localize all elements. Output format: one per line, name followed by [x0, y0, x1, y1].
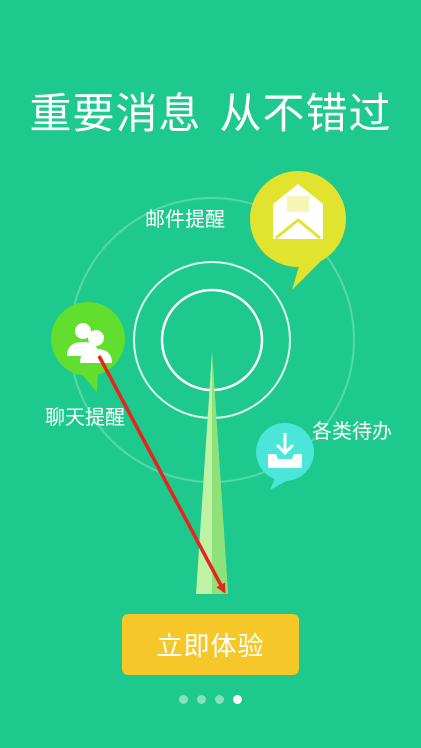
page-dot-3[interactable]	[215, 695, 224, 704]
page-dot-2[interactable]	[197, 695, 206, 704]
try-now-button[interactable]: 立即体验	[122, 614, 299, 675]
chat-reminder-label: 聊天提醒	[45, 405, 125, 429]
page-indicator	[0, 695, 421, 704]
email-reminder-label: 邮件提醒	[145, 207, 225, 231]
chat-bubble	[51, 302, 125, 392]
guide-screen: 重要消息 从不错过 邮件提醒 聊天提醒 各类待办 立即体验	[0, 0, 421, 748]
page-dot-4-active[interactable]	[233, 695, 242, 704]
email-bubble	[250, 171, 346, 290]
todo-label: 各类待办	[312, 419, 392, 443]
page-dot-1[interactable]	[179, 695, 188, 704]
todo-bubble	[256, 423, 314, 490]
